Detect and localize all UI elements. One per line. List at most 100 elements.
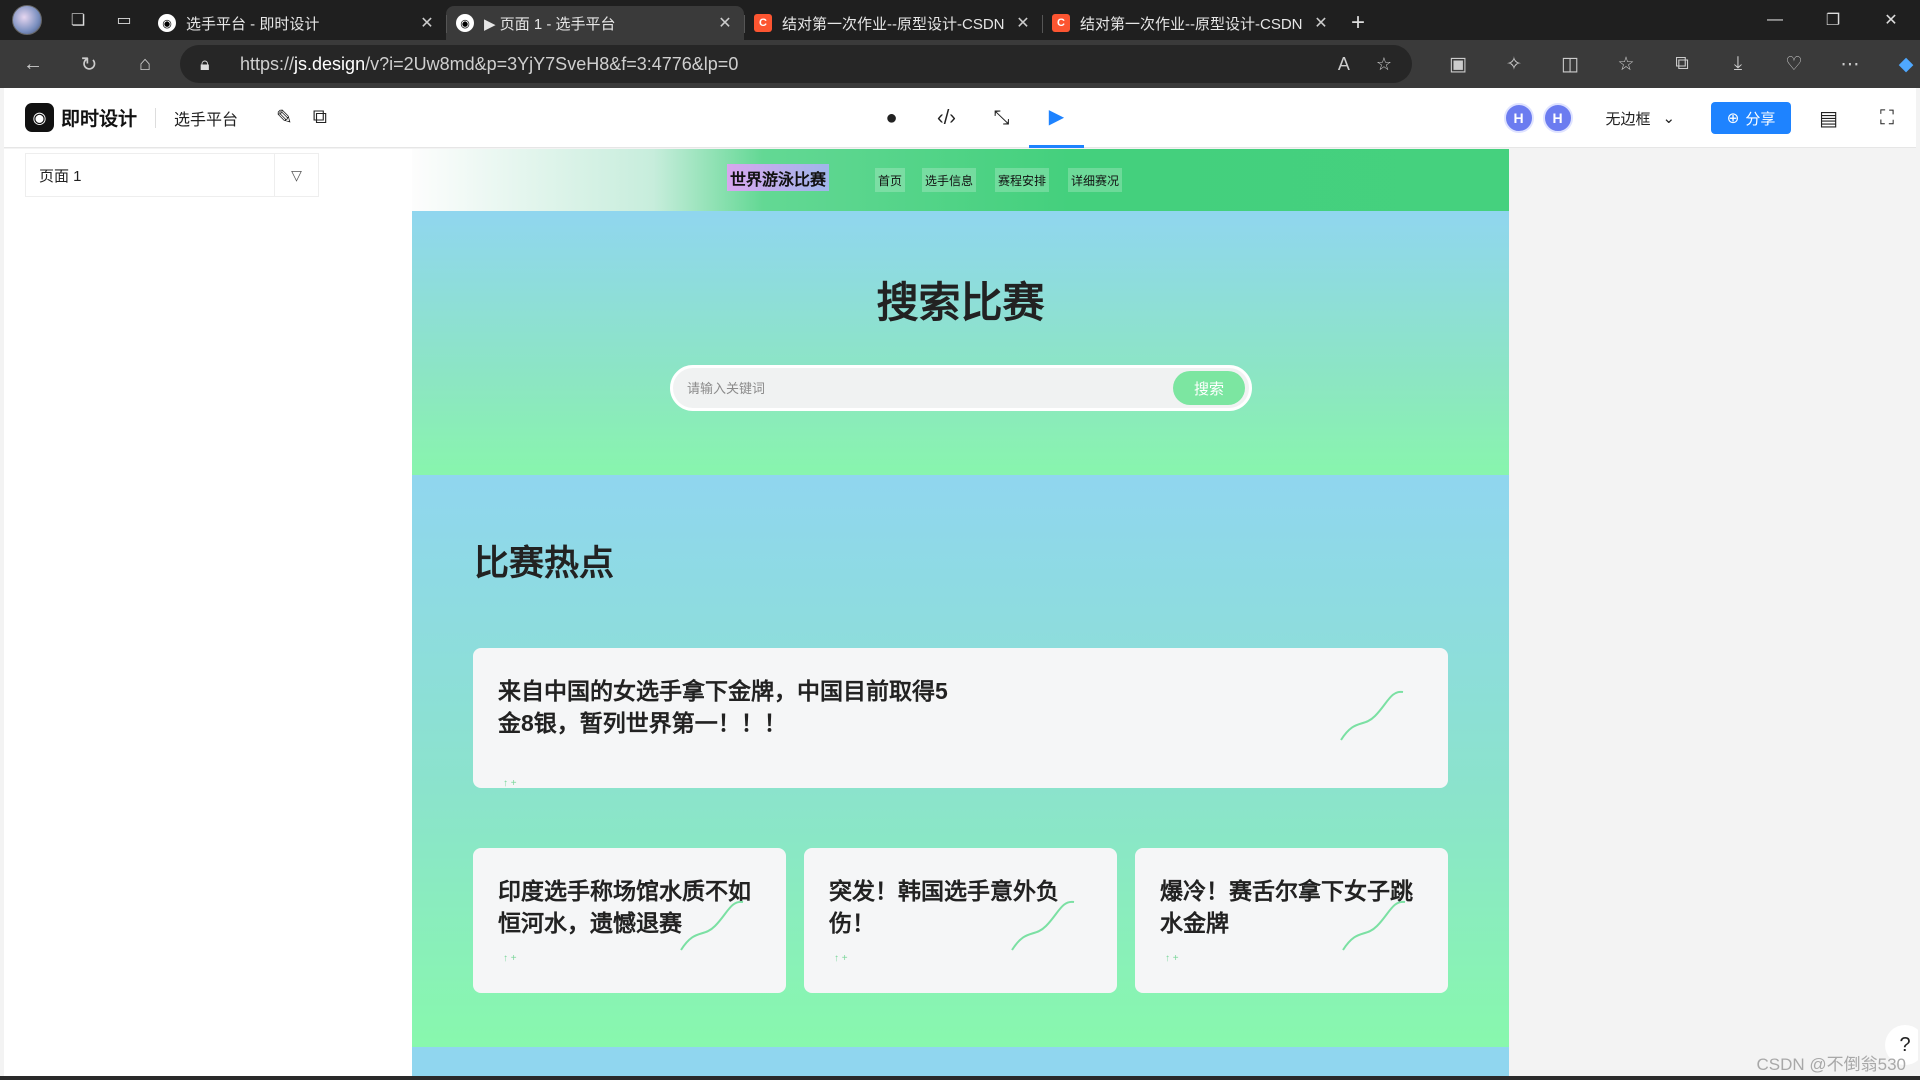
trend-line-icon	[1011, 900, 1075, 951]
trend-line-icon	[1340, 690, 1404, 741]
card-tag: ↑ +	[1165, 953, 1179, 964]
url-rest: /v?i=2Uw8md&p=3YjY7SveH8&f=3:4776&lp=0	[365, 53, 739, 74]
extension-icon[interactable]: ▣	[1430, 53, 1486, 76]
comment-icon[interactable]: ●	[864, 88, 919, 148]
browser-tab[interactable]: ◉ 选手平台 - 即时设计 ✕	[148, 6, 446, 40]
trend-line-icon	[680, 900, 744, 951]
chevron-down-icon: ⌄	[1662, 110, 1676, 127]
favorites-icon[interactable]: ☆	[1598, 53, 1654, 76]
card-title-line: 来自中国的女选手拿下金牌，中国目前取得5	[498, 678, 948, 704]
fullscreen-icon[interactable]: ⛶	[1880, 107, 1894, 130]
news-card[interactable]: 印度选手称场馆水质不如 恒河水，遗憾退赛 ↑ +	[473, 848, 786, 993]
frame-mode-select[interactable]: 无边框 ⌄	[1606, 108, 1676, 129]
layout-icon[interactable]: ▤	[1819, 106, 1838, 131]
share-button[interactable]: ⊕ 分享	[1711, 102, 1792, 134]
refresh-icon[interactable]: ↻	[68, 46, 110, 82]
featured-news-card[interactable]: 来自中国的女选手拿下金牌，中国目前取得5 金8银，暂列世界第一！！！ ↑ +	[473, 648, 1448, 788]
jsdesign-icon: ◉	[456, 14, 474, 32]
search-hero: 搜索比赛 搜索	[412, 211, 1509, 475]
nav-link-schedule[interactable]: 赛程安排	[995, 168, 1050, 192]
page-selector-label: 页面 1	[39, 167, 82, 185]
close-window-icon[interactable]: ✕	[1862, 0, 1920, 40]
play-icon[interactable]: ▶	[1029, 88, 1084, 148]
watermark: CSDN @不倒翁530	[1756, 1055, 1906, 1074]
url-prefix: https://	[240, 53, 295, 74]
puzzle-icon[interactable]: ✧	[1486, 53, 1542, 76]
mode-tools: ● ‹/› ⤡ ▶	[864, 88, 1084, 148]
tab-actions-icon[interactable]: ▭	[114, 10, 134, 30]
bottom-scrollbar[interactable]	[0, 1076, 1920, 1080]
restore-icon[interactable]: ❐	[1804, 0, 1862, 40]
download-icon[interactable]: ⤓	[1710, 53, 1766, 75]
avatar[interactable]: H	[1503, 103, 1534, 133]
window-controls: — ❐ ✕	[1746, 0, 1920, 40]
copilot-icon[interactable]: ◆	[1878, 53, 1920, 76]
minimize-icon[interactable]: —	[1746, 0, 1804, 40]
card-title-line: 金8银，暂列世界第一！！！	[498, 710, 787, 736]
jsdesign-icon: ◉	[158, 14, 176, 32]
prototype-link-icon[interactable]: ⤡	[974, 88, 1029, 148]
trend-line-icon	[1342, 900, 1406, 951]
performance-icon[interactable]: ♡	[1766, 53, 1822, 76]
tab-strip: ◉ 选手平台 - 即时设计 ✕ ◉ ▶ 页面 1 - 选手平台 ✕ C 结对第一…	[148, 0, 1376, 40]
site-navbar: 世界游泳比赛 首页 选手信息 赛程安排 详细赛况	[412, 149, 1509, 211]
new-tab-icon[interactable]: +	[1340, 6, 1376, 40]
card-tag: ↑ +	[503, 953, 517, 964]
divider	[155, 107, 157, 128]
right-tools: H H 无边框 ⌄ ⊕ 分享 ▤ ⛶	[1503, 88, 1917, 148]
close-tab-icon[interactable]: ✕	[1014, 13, 1032, 33]
edit-pencil-icon[interactable]: ✎	[276, 105, 293, 130]
news-card[interactable]: 爆冷！赛舌尔拿下女子跳 水金牌 ↑ +	[1135, 848, 1448, 993]
search-button[interactable]: 搜索	[1173, 371, 1245, 405]
site-logo[interactable]: 世界游泳比赛	[727, 164, 829, 191]
browser-tab[interactable]: C 结对第一次作业--原型设计-CSDN ✕	[744, 6, 1042, 40]
news-card[interactable]: 突发！韩国选手意外负 伤！ ↑ +	[804, 848, 1117, 993]
csdn-icon: C	[754, 14, 772, 32]
nav-link-home[interactable]: 首页	[875, 168, 906, 192]
browser-tab[interactable]: C 结对第一次作业--原型设计-CSDN ✕	[1042, 6, 1340, 40]
avatar[interactable]: H	[1542, 103, 1573, 133]
close-tab-icon[interactable]: ✕	[716, 13, 734, 33]
url-domain: js.design	[294, 53, 366, 74]
nav-link-players[interactable]: 选手信息	[922, 168, 977, 192]
close-tab-icon[interactable]: ✕	[1312, 13, 1330, 33]
filter-chevron-icon[interactable]: ▽	[274, 153, 318, 197]
prototype-frame: 世界游泳比赛 首页 选手信息 赛程安排 详细赛况 搜索比赛 搜索 比赛热点 来自…	[412, 149, 1509, 1080]
tab-title: 结对第一次作业--原型设计-CSDN	[1080, 15, 1303, 33]
address-bar: ← ↻ ⌂ 🔒︎ https://js.design/v?i=2Uw8md&p=…	[0, 40, 1920, 88]
home-icon[interactable]: ⌂	[124, 46, 166, 82]
favorite-star-icon[interactable]: ☆	[1376, 54, 1392, 75]
hot-section: 比赛热点 来自中国的女选手拿下金牌，中国目前取得5 金8银，暂列世界第一！！！ …	[412, 475, 1509, 1047]
more-icon[interactable]: ⋯	[1822, 53, 1878, 76]
prototype-canvas: 世界游泳比赛 首页 选手信息 赛程安排 详细赛况 搜索比赛 搜索 比赛热点 来自…	[412, 149, 1918, 1080]
collections-icon[interactable]: ⧉	[1654, 53, 1710, 75]
card-tag: ↑ +	[834, 953, 848, 964]
browser-tab-active[interactable]: ◉ ▶ 页面 1 - 选手平台 ✕	[446, 6, 744, 40]
tab-title: 结对第一次作业--原型设计-CSDN	[782, 15, 1005, 33]
back-icon[interactable]: ←	[12, 46, 54, 82]
page-selector[interactable]: 页面 1 ▽	[25, 153, 319, 197]
card-title: 来自中国的女选手拿下金牌，中国目前取得5 金8银，暂列世界第一！！！	[498, 675, 948, 739]
duplicate-icon[interactable]: ⧉	[313, 106, 327, 129]
close-tab-icon[interactable]: ✕	[418, 13, 436, 33]
frame-mode-label: 无边框	[1605, 110, 1651, 128]
share-label: 分享	[1745, 110, 1776, 128]
search-input[interactable]	[673, 380, 1173, 396]
url-field[interactable]: 🔒︎ https://js.design/v?i=2Uw8md&p=3YjY7S…	[180, 45, 1412, 83]
nav-link-details[interactable]: 详细赛况	[1068, 168, 1123, 192]
tab-title: 选手平台 - 即时设计	[186, 15, 320, 33]
jsdesign-logo-icon[interactable]: ◉	[25, 103, 54, 132]
code-icon[interactable]: ‹/›	[919, 88, 974, 148]
split-screen-icon[interactable]: ◫	[1542, 53, 1598, 76]
search-box: 搜索	[670, 365, 1252, 411]
project-name[interactable]: 选手平台	[174, 106, 238, 130]
card-tag: ↑ +	[503, 778, 517, 788]
profile-avatar[interactable]	[12, 5, 42, 35]
brand-name: 即时设计	[61, 109, 138, 130]
read-aloud-icon[interactable]: A	[1338, 54, 1350, 75]
browser-extensions: ▣ ✧ ◫ ☆ ⧉ ⤓ ♡ ⋯ ◆	[1430, 40, 1920, 88]
hero-title: 搜索比赛	[876, 279, 1045, 326]
left-panel: 页面 1 ▽	[4, 149, 412, 1080]
workspaces-icon[interactable]: ❏	[68, 10, 88, 30]
globe-icon: ⊕	[1726, 110, 1740, 127]
